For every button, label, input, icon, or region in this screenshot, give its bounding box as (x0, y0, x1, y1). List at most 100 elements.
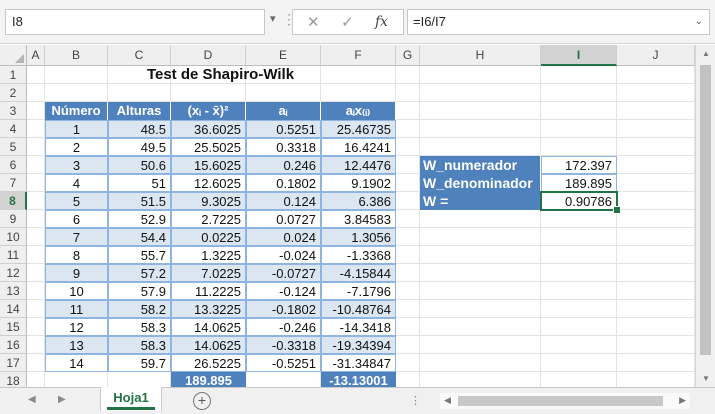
summary-value[interactable]: 172.397 (541, 156, 617, 174)
table-cell[interactable]: -0.124 (246, 282, 321, 300)
table-cell[interactable]: 16.4241 (321, 138, 396, 156)
table-cell[interactable]: 36.6025 (171, 120, 246, 138)
table-cell[interactable]: -0.1802 (246, 300, 321, 318)
table-header-0[interactable]: Número (45, 102, 108, 120)
table-cell[interactable]: 0.124 (246, 192, 321, 210)
table-cell[interactable]: 9 (45, 264, 108, 282)
horizontal-scroll-thumb[interactable] (458, 396, 663, 406)
table-cell[interactable]: 7 (45, 228, 108, 246)
vertical-scroll-thumb[interactable] (700, 65, 711, 355)
table-cell[interactable]: 9.3025 (171, 192, 246, 210)
table-cell[interactable]: 14.0625 (171, 318, 246, 336)
row-header-5[interactable]: 5 (0, 138, 27, 156)
name-box-dropdown-icon[interactable]: ▾ (270, 12, 276, 25)
table-cell[interactable]: 50.6 (108, 156, 171, 174)
table-cell[interactable]: 55.7 (108, 246, 171, 264)
row-header-17[interactable]: 17 (0, 354, 27, 372)
table-cell[interactable]: 11 (45, 300, 108, 318)
scroll-left-icon[interactable]: ◀ (444, 395, 451, 406)
table-header-2[interactable]: (xᵢ - x̄)² (171, 102, 246, 120)
table-cell[interactable]: -0.5251 (246, 354, 321, 372)
scroll-right-icon[interactable]: ▶ (679, 395, 686, 406)
column-header-j[interactable]: J (617, 45, 695, 66)
fill-handle[interactable] (613, 206, 621, 214)
table-cell[interactable]: 7.0225 (171, 264, 246, 282)
table-cell[interactable]: 3 (45, 156, 108, 174)
column-header-b[interactable]: B (45, 45, 108, 66)
summary-label[interactable]: W_denominador (420, 174, 541, 192)
select-all-corner[interactable] (0, 45, 27, 66)
table-cell[interactable]: 12 (45, 318, 108, 336)
expand-formula-bar-icon[interactable]: ⌄ (695, 10, 703, 34)
formula-input[interactable]: =I6/I7 ⌄ (407, 9, 710, 35)
table-cell[interactable]: 59.7 (108, 354, 171, 372)
table-cell[interactable]: 0.1802 (246, 174, 321, 192)
table-header-1[interactable]: Alturas (108, 102, 171, 120)
row-header-15[interactable]: 15 (0, 318, 27, 336)
column-header-a[interactable]: A (27, 45, 45, 66)
table-cell[interactable]: 5 (45, 192, 108, 210)
row-header-11[interactable]: 11 (0, 246, 27, 264)
table-cell[interactable]: 3.84583 (321, 210, 396, 228)
table-cell[interactable]: -0.3318 (246, 336, 321, 354)
row-header-2[interactable]: 2 (0, 84, 27, 102)
table-cell[interactable]: 48.5 (108, 120, 171, 138)
table-cell[interactable]: 25.46735 (321, 120, 396, 138)
row-header-9[interactable]: 9 (0, 210, 27, 228)
next-sheet-icon[interactable]: ▶ (58, 394, 66, 405)
row-header-16[interactable]: 16 (0, 336, 27, 354)
table-cell[interactable]: 0.3318 (246, 138, 321, 156)
table-cell[interactable]: 54.4 (108, 228, 171, 246)
table-cell[interactable]: -0.024 (246, 246, 321, 264)
table-cell[interactable]: 6 (45, 210, 108, 228)
table-cell[interactable]: 51.5 (108, 192, 171, 210)
table-cell[interactable]: -19.34394 (321, 336, 396, 354)
row-header-8[interactable]: 8 (0, 192, 27, 210)
table-cell[interactable]: 0.246 (246, 156, 321, 174)
row-header-14[interactable]: 14 (0, 300, 27, 318)
table-cell[interactable]: -14.3418 (321, 318, 396, 336)
table-cell[interactable]: 58.3 (108, 318, 171, 336)
cell-area[interactable]: Test de Shapiro-Wilk Número Alturas (xᵢ - x… (27, 66, 695, 408)
tab-split-grip-icon[interactable]: ⋮ (410, 394, 421, 407)
table-cell[interactable]: 13 (45, 336, 108, 354)
summary-label[interactable]: W_numerador (420, 156, 541, 174)
table-cell[interactable]: -4.15844 (321, 264, 396, 282)
row-header-13[interactable]: 13 (0, 282, 27, 300)
row-header-12[interactable]: 12 (0, 264, 27, 282)
table-cell[interactable]: 14 (45, 354, 108, 372)
horizontal-scrollbar[interactable]: ◀ ▶ (440, 393, 690, 409)
cancel-icon[interactable]: ✕ (307, 13, 320, 31)
insert-function-icon[interactable]: fx (375, 14, 388, 30)
previous-sheet-icon[interactable]: ◀ (28, 394, 36, 405)
table-cell[interactable]: -0.246 (246, 318, 321, 336)
table-cell[interactable]: 0.024 (246, 228, 321, 246)
name-box[interactable]: I8 (5, 9, 265, 35)
table-cell[interactable]: 26.5225 (171, 354, 246, 372)
column-header-i[interactable]: I (541, 45, 617, 66)
row-header-7[interactable]: 7 (0, 174, 27, 192)
table-cell[interactable]: -7.1796 (321, 282, 396, 300)
row-header-6[interactable]: 6 (0, 156, 27, 174)
column-header-c[interactable]: C (108, 45, 171, 66)
table-cell[interactable]: 12.6025 (171, 174, 246, 192)
add-sheet-icon[interactable]: + (193, 392, 211, 410)
table-cell[interactable]: 2.7225 (171, 210, 246, 228)
row-header-4[interactable]: 4 (0, 120, 27, 138)
table-cell[interactable]: 58.2 (108, 300, 171, 318)
table-cell[interactable]: 51 (108, 174, 171, 192)
table-cell[interactable]: 1.3225 (171, 246, 246, 264)
column-header-f[interactable]: F (321, 45, 396, 66)
enter-icon[interactable]: ✓ (341, 13, 354, 31)
column-header-d[interactable]: D (171, 45, 246, 66)
table-cell[interactable]: 9.1902 (321, 174, 396, 192)
table-cell[interactable]: 57.9 (108, 282, 171, 300)
table-cell[interactable]: 12.4476 (321, 156, 396, 174)
table-header-3[interactable]: aᵢ (246, 102, 321, 120)
table-cell[interactable]: 52.9 (108, 210, 171, 228)
selected-cell-i8[interactable]: 0.90786 (540, 191, 618, 211)
table-cell[interactable]: 10 (45, 282, 108, 300)
table-cell[interactable]: -31.34847 (321, 354, 396, 372)
table-cell[interactable]: 0.0225 (171, 228, 246, 246)
scroll-up-icon[interactable]: ▲ (702, 49, 710, 58)
